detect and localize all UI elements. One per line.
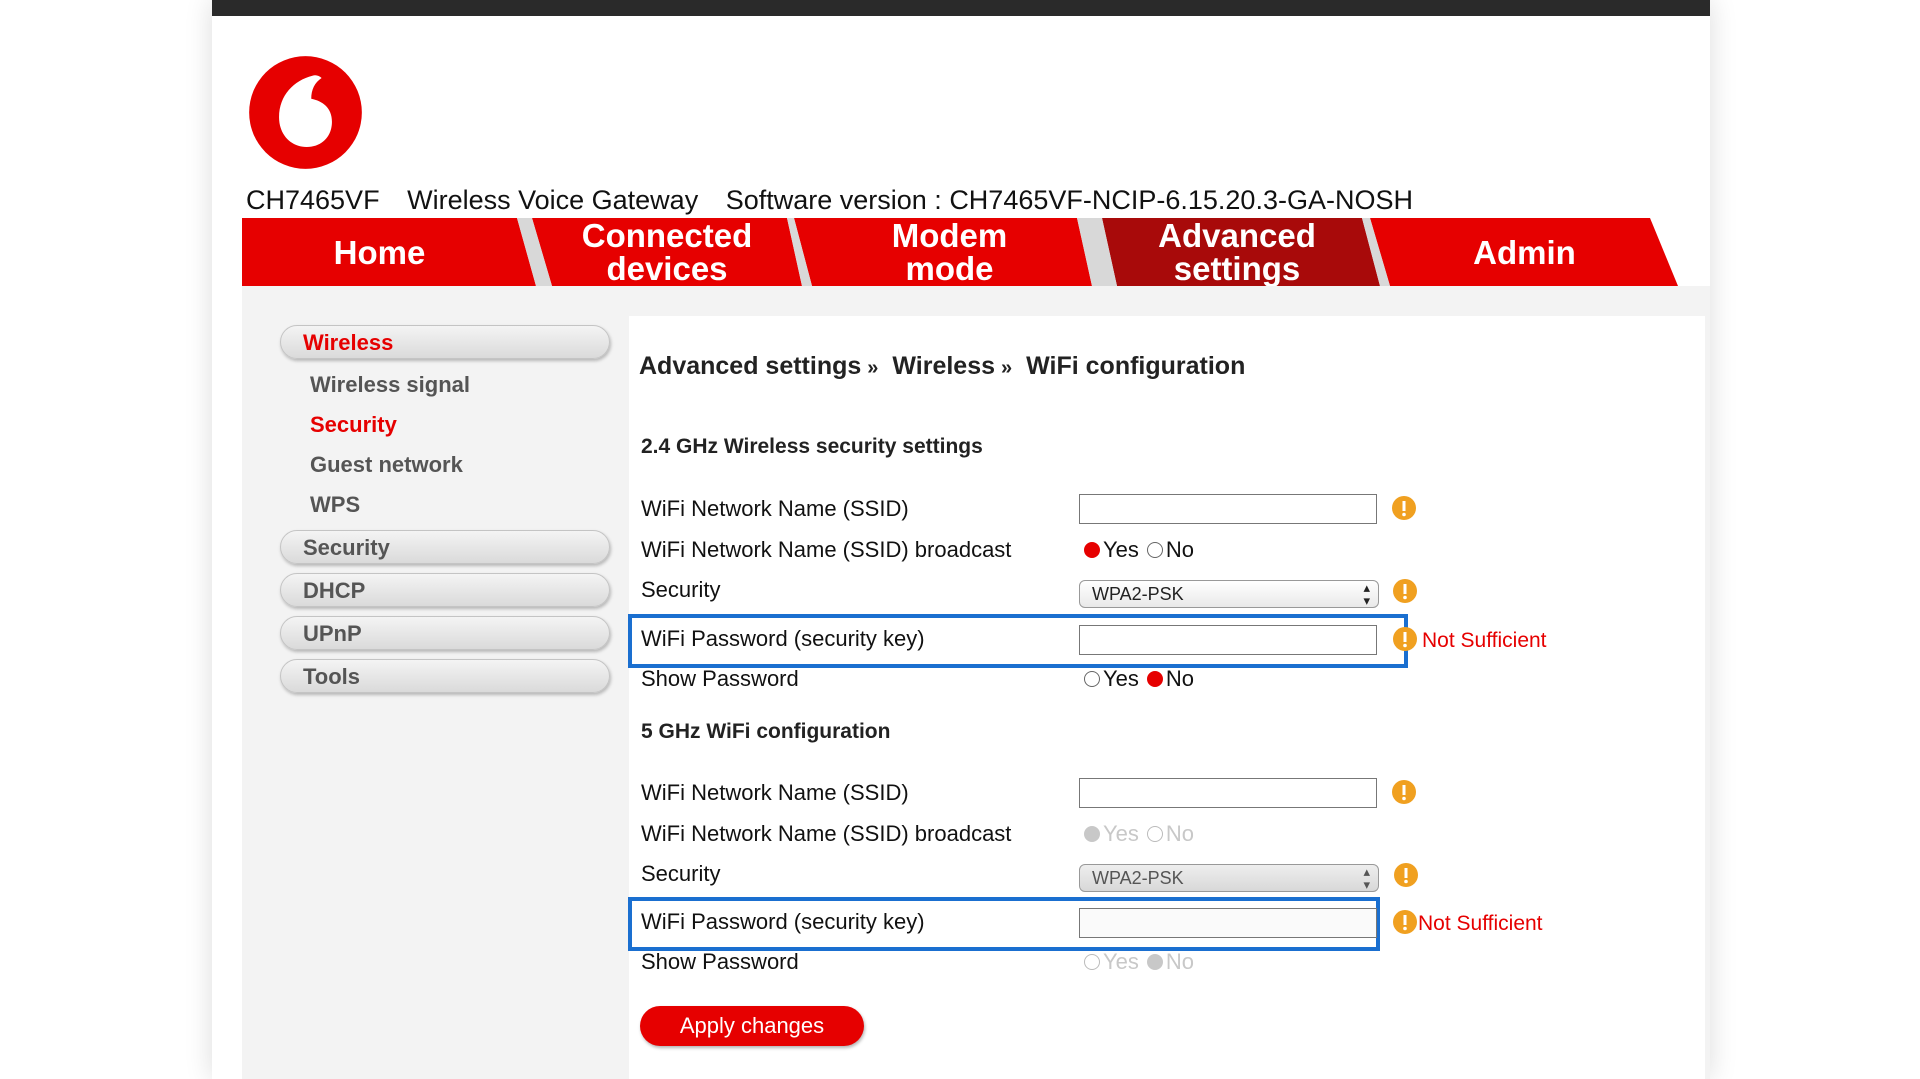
apply-changes-button[interactable]: Apply changes	[640, 1006, 864, 1046]
ssid-input-24ghz[interactable]	[1079, 494, 1377, 524]
warning-icon	[1392, 780, 1416, 804]
radio-show-password-no-24ghz[interactable]	[1146, 671, 1163, 687]
password-label-24ghz: WiFi Password (security key)	[641, 626, 925, 651]
tab-admin[interactable]: Admin	[1382, 218, 1667, 286]
radio-show-password-yes-5ghz[interactable]	[1084, 954, 1100, 970]
sidebar-item-upnp[interactable]: UPnP	[280, 616, 610, 650]
device-info: CH7465VF Wireless Voice Gateway Software…	[246, 185, 1433, 216]
warning-icon	[1393, 910, 1417, 934]
sidebar-subitem-wps[interactable]: WPS	[310, 492, 360, 518]
sidebar-item-tools[interactable]: Tools	[280, 659, 610, 693]
ssid-broadcast-label-5ghz: WiFi Network Name (SSID) broadcast	[641, 821, 1012, 846]
radio-ssid-broadcast-no-5ghz[interactable]	[1146, 826, 1163, 842]
ssid-broadcast-radio-24ghz: Yes No	[1084, 537, 1202, 563]
password-input-24ghz[interactable]	[1079, 625, 1377, 655]
sidebar-subitem-guest-network[interactable]: Guest network	[310, 452, 463, 478]
password-strength-status-24ghz: Not Sufficient	[1422, 629, 1547, 652]
password-strength-status-5ghz: Not Sufficient	[1418, 912, 1543, 935]
radio-ssid-broadcast-yes-5ghz[interactable]	[1084, 826, 1100, 842]
sidebar-item-dhcp[interactable]: DHCP	[280, 573, 610, 607]
radio-ssid-broadcast-no-24ghz[interactable]	[1146, 542, 1163, 558]
sidebar-item-wireless[interactable]: Wireless	[280, 325, 610, 359]
warning-icon	[1394, 863, 1418, 887]
sidebar-item-security[interactable]: Security	[280, 530, 610, 564]
top-bar	[212, 0, 1710, 16]
vodafone-logo	[248, 55, 363, 175]
sidebar-subitem-security[interactable]: Security	[310, 412, 397, 438]
ssid-input-5ghz[interactable]	[1079, 778, 1377, 808]
breadcrumb-wifi-configuration: WiFi configuration	[1026, 352, 1246, 380]
show-password-label-24ghz: Show Password	[641, 666, 799, 691]
security-label-24ghz: Security	[641, 577, 721, 602]
device-type: Wireless Voice Gateway	[407, 185, 699, 215]
radio-show-password-yes-24ghz[interactable]	[1084, 671, 1100, 687]
password-label-5ghz: WiFi Password (security key)	[641, 909, 925, 934]
warning-icon	[1393, 579, 1417, 603]
breadcrumb: Advanced settings» Wireless» WiFi configur…	[639, 352, 1246, 380]
software-version: Software version : CH7465VF-NCIP-6.15.20…	[725, 185, 1413, 215]
select-arrows-icon: ▴ ▾	[1363, 580, 1370, 608]
tab-modem-mode[interactable]: Modem mode	[812, 218, 1087, 286]
ssid-label-24ghz: WiFi Network Name (SSID)	[641, 496, 909, 521]
tab-advanced-settings[interactable]: Advanced settings	[1102, 218, 1372, 286]
sidebar-subitem-wireless-signal[interactable]: Wireless signal	[310, 372, 470, 398]
password-input-5ghz[interactable]	[1079, 908, 1377, 938]
show-password-radio-5ghz: Yes No	[1084, 949, 1202, 975]
ssid-broadcast-radio-5ghz: Yes No	[1084, 821, 1202, 847]
select-arrows-icon: ▴ ▾	[1363, 864, 1370, 892]
ssid-broadcast-label-24ghz: WiFi Network Name (SSID) broadcast	[641, 537, 1012, 562]
radio-ssid-broadcast-yes-24ghz[interactable]	[1084, 542, 1100, 558]
radio-show-password-no-5ghz[interactable]	[1146, 954, 1163, 970]
router-admin-page: CH7465VF Wireless Voice Gateway Software…	[212, 0, 1710, 1079]
tab-connected-devices[interactable]: Connected devices	[532, 218, 802, 286]
section-title-5ghz: 5 GHz WiFi configuration	[641, 720, 891, 743]
security-select-24ghz[interactable]: WPA2-PSK ▴ ▾	[1079, 580, 1379, 608]
security-select-5ghz[interactable]: WPA2-PSK ▴ ▾	[1079, 864, 1379, 892]
warning-icon	[1393, 627, 1417, 651]
model-name: CH7465VF	[246, 185, 380, 215]
main-nav: Home Connected devices Modem mode Advanced…	[242, 218, 1710, 286]
warning-icon	[1392, 496, 1416, 520]
section-title-24ghz: 2.4 GHz Wireless security settings	[641, 435, 983, 458]
ssid-label-5ghz: WiFi Network Name (SSID)	[641, 780, 909, 805]
breadcrumb-advanced-settings[interactable]: Advanced settings	[639, 352, 861, 380]
breadcrumb-wireless[interactable]: Wireless	[892, 352, 995, 380]
show-password-label-5ghz: Show Password	[641, 949, 799, 974]
show-password-radio-24ghz: Yes No	[1084, 666, 1202, 692]
security-label-5ghz: Security	[641, 861, 721, 886]
tab-home[interactable]: Home	[242, 218, 517, 286]
